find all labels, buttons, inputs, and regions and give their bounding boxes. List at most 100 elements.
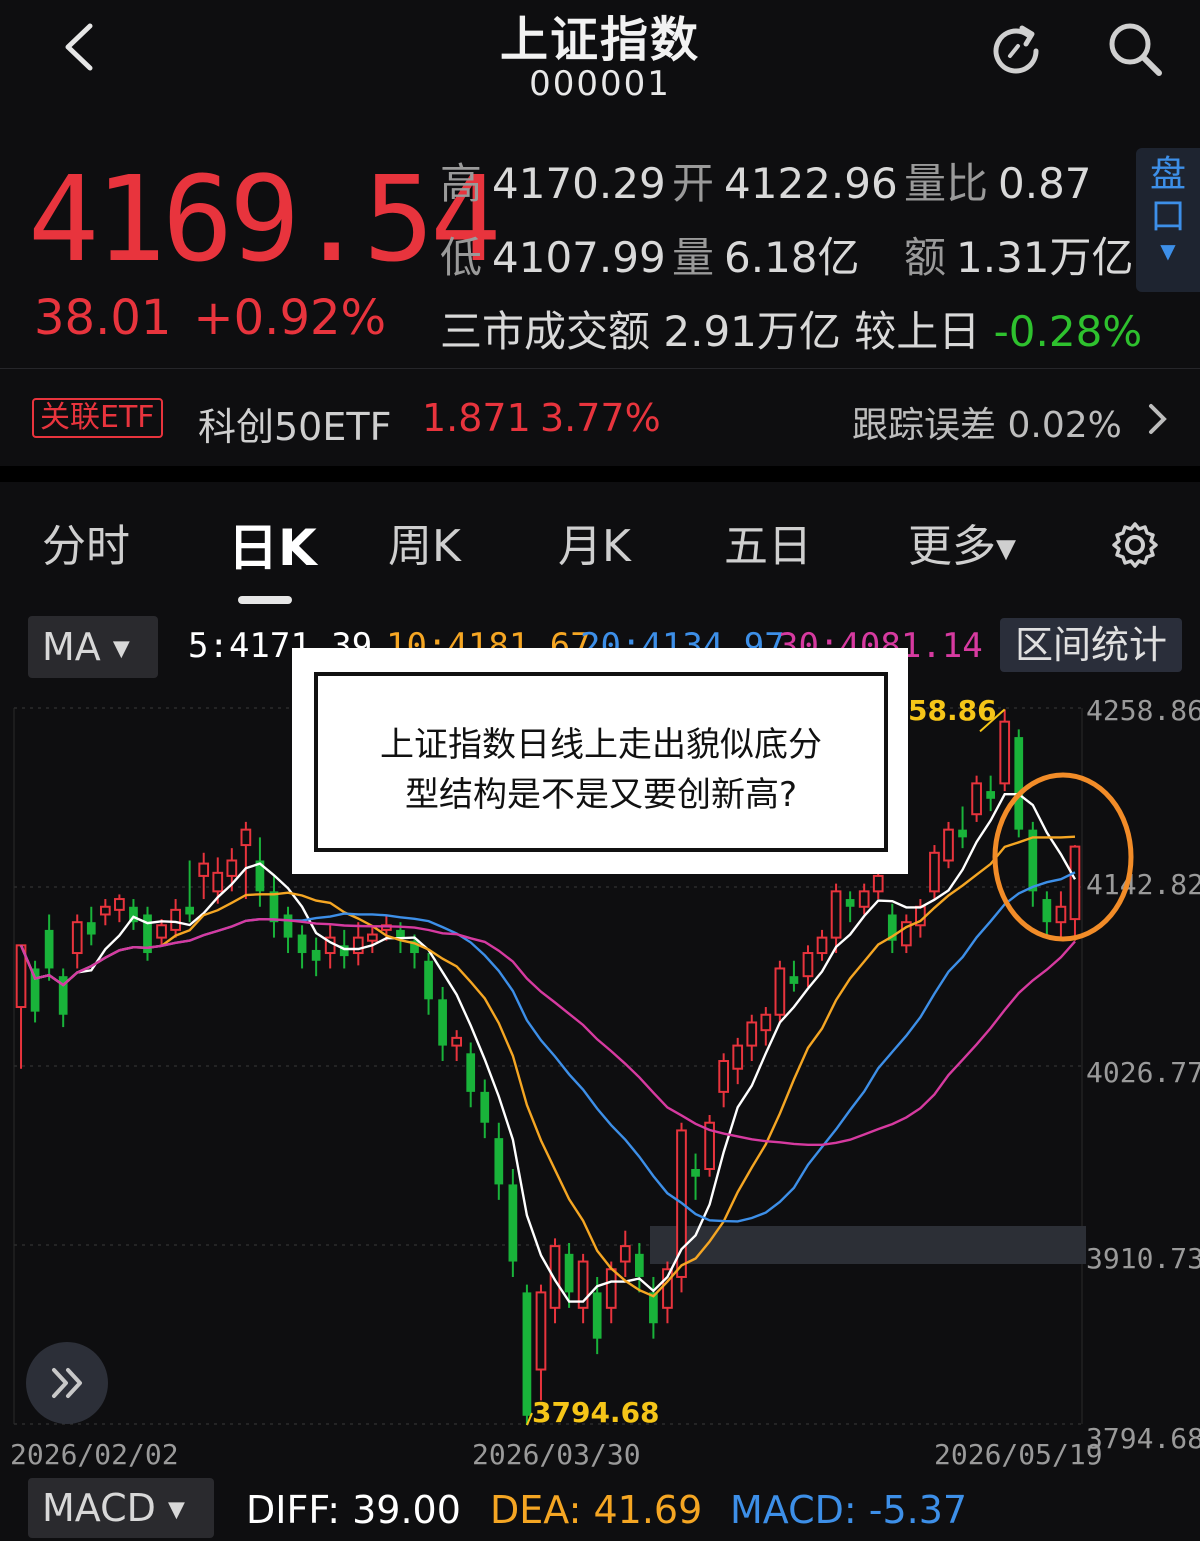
candle — [198, 862, 210, 877]
tracking-error[interactable]: 跟踪误差 0.02% — [852, 396, 1122, 448]
candle — [816, 936, 828, 955]
amount-stat: 额 1.31万亿 — [904, 224, 1134, 285]
change-percent: +0.92% — [193, 290, 387, 346]
etf-price: 1.871 — [422, 396, 531, 440]
ma-selector[interactable]: MA ▼ — [28, 616, 158, 678]
candle — [185, 906, 195, 915]
price-change: 38.01 +0.92% — [34, 290, 408, 346]
candle — [522, 1292, 532, 1416]
volume-stat: 量 6.18亿 — [672, 224, 860, 285]
candle — [774, 967, 786, 1016]
macd-label: MACD — [42, 1486, 156, 1530]
caret-down-icon: ▼ — [112, 636, 130, 662]
candle — [958, 829, 967, 838]
candle — [396, 929, 405, 938]
low-value: 4107.99 — [492, 233, 666, 282]
candle — [451, 1036, 463, 1047]
etf-name[interactable]: 科创50ETF — [198, 396, 391, 451]
candle — [424, 960, 433, 1000]
caret-down-icon: ▼ — [168, 1497, 185, 1523]
candle — [466, 1053, 476, 1092]
candle — [366, 933, 378, 942]
caret-down-icon: ▼ — [996, 534, 1016, 564]
interval-stats-button[interactable]: 区间统计 — [1000, 618, 1182, 672]
candle — [943, 828, 954, 862]
candle — [508, 1184, 518, 1262]
tab-fenshi[interactable]: 分时 — [42, 510, 130, 574]
candle — [691, 1168, 700, 1177]
candle — [564, 1253, 574, 1293]
caret-down-icon: ▼ — [1160, 239, 1176, 263]
candle — [789, 976, 799, 984]
section-separator — [0, 466, 1200, 482]
candle — [86, 922, 96, 935]
candle — [480, 1091, 490, 1123]
popup-text: 上证指数日线上走出貌似底分 型结构是不是又要创新高? — [318, 720, 884, 820]
y-tick: 4258.86 — [1086, 694, 1200, 727]
tab-weekly-k[interactable]: 周K — [388, 510, 461, 574]
vol-ratio-value: 0.87 — [998, 159, 1092, 208]
candle — [269, 891, 279, 923]
tab-monthly-k[interactable]: 月K — [558, 510, 631, 574]
tracking-label: 跟踪误差 — [852, 405, 997, 446]
candle — [746, 1021, 758, 1047]
candle — [352, 936, 364, 955]
macd-selector[interactable]: MACD ▼ — [28, 1478, 214, 1538]
vs-prev-label: 较上日 — [854, 307, 981, 356]
candle — [494, 1138, 504, 1185]
high-annotation: 58.86 — [908, 694, 997, 727]
macd-diff: DIFF: 39.00 — [246, 1488, 461, 1532]
ma-label: MA — [42, 625, 101, 669]
candle — [311, 949, 321, 961]
highlight-circle — [992, 772, 1134, 942]
search-icon[interactable] — [1104, 18, 1166, 80]
candle — [99, 905, 111, 916]
volume-value: 6.18亿 — [724, 233, 860, 282]
candle — [929, 851, 940, 893]
candle — [44, 929, 54, 969]
candle — [718, 1060, 730, 1093]
high-label: 高 — [440, 159, 483, 208]
tab-more[interactable]: 更多▼ — [908, 510, 1016, 574]
pankou-button[interactable]: 盘口 ▼ — [1136, 148, 1200, 292]
amount-value: 1.31万亿 — [956, 233, 1134, 282]
x-tick: 2026/03/30 — [472, 1438, 641, 1471]
current-price: 4169.54 — [28, 150, 501, 288]
x-tick: 2026/05/19 — [934, 1438, 1103, 1471]
etf-tag: 关联ETF — [32, 398, 163, 438]
candle — [619, 1245, 631, 1263]
open-value: 4122.96 — [724, 159, 898, 208]
expand-button[interactable] — [26, 1342, 108, 1424]
candle — [971, 782, 982, 816]
candle — [297, 934, 307, 954]
candle — [732, 1044, 744, 1070]
tab-five-day[interactable]: 五日 — [724, 510, 812, 574]
candle — [872, 874, 884, 893]
refresh-icon[interactable] — [984, 18, 1050, 84]
macd-dea: DEA: 41.69 — [490, 1488, 703, 1532]
ma30-line — [19, 917, 1076, 1146]
amount-label: 额 — [904, 233, 947, 282]
candle — [156, 924, 167, 939]
low-label: 低 — [440, 233, 483, 282]
candle — [71, 921, 83, 955]
market-turnover-stat: 三市成交额 2.91万亿 较上日 -0.28% — [440, 298, 1142, 359]
tab-daily-k[interactable]: 日K — [228, 508, 317, 580]
candle — [170, 908, 181, 931]
tab-more-label: 更多 — [908, 521, 996, 572]
active-tab-indicator — [238, 596, 292, 604]
gear-icon[interactable] — [1110, 520, 1160, 570]
market-turnover-label: 三市成交额 — [440, 307, 651, 356]
tracking-value: 0.02% — [1007, 405, 1122, 446]
vs-prev-value: -0.28% — [993, 307, 1143, 356]
etf-pct: 3.77% — [540, 396, 661, 440]
low-stat: 低 4107.99 — [440, 224, 666, 285]
chevron-right-icon[interactable] — [1146, 402, 1170, 436]
x-tick: 2026/02/02 — [10, 1438, 179, 1471]
annotation-popup: 上证指数日线上走出貌似底分 型结构是不是又要创新高? — [292, 648, 908, 874]
candle — [802, 952, 814, 978]
open-stat: 开 4122.96 — [672, 150, 898, 211]
popup-line1: 上证指数日线上走出貌似底分 — [380, 725, 822, 765]
pankou-label: 盘口 — [1149, 154, 1186, 237]
candle — [634, 1253, 644, 1277]
